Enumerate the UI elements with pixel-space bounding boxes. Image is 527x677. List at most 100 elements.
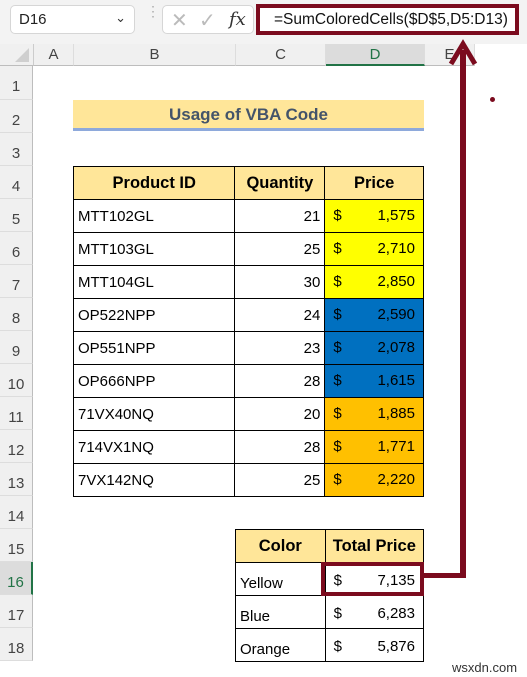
total-price-cell[interactable]: $ 5,876 xyxy=(324,628,425,662)
product-id-cell[interactable]: 71VX40NQ xyxy=(72,397,236,431)
price-value: 2,710 xyxy=(377,240,415,257)
row-header-1[interactable]: 1 xyxy=(0,66,33,100)
color-cell[interactable]: Orange xyxy=(235,628,326,662)
row-header-8[interactable]: 8 xyxy=(0,298,33,331)
price-cell[interactable]: $ 1,885 xyxy=(324,397,424,431)
currency-symbol: $ xyxy=(333,207,342,224)
quantity-cell[interactable]: 25 xyxy=(234,463,326,497)
quantity-cell[interactable]: 23 xyxy=(234,331,326,365)
column-header-b[interactable]: B xyxy=(74,44,236,66)
price-cell[interactable]: $ 2,710 xyxy=(324,232,424,266)
formula-buttons: ✕ ✓ fx xyxy=(162,5,254,34)
row-header-4[interactable]: 4 xyxy=(0,166,33,199)
row-header-15[interactable]: 15 xyxy=(0,529,33,562)
row-header-10[interactable]: 10 xyxy=(0,364,33,397)
arrow-vertical xyxy=(460,50,466,578)
row-header-18[interactable]: 18 xyxy=(0,628,33,661)
table-row: OP666NPP 28 $ 1,615 xyxy=(72,364,424,398)
price-value: 1,615 xyxy=(377,372,415,389)
quantity-cell[interactable]: 20 xyxy=(234,397,326,431)
select-all-button[interactable] xyxy=(0,44,34,66)
currency-symbol: $ xyxy=(333,438,342,455)
currency-symbol: $ xyxy=(333,372,342,389)
currency-symbol: $ xyxy=(333,471,342,488)
quantity-cell[interactable]: 24 xyxy=(234,298,326,332)
currency-symbol: $ xyxy=(333,339,342,356)
quantity-cell[interactable]: 28 xyxy=(234,364,326,398)
price-value: 2,078 xyxy=(377,339,415,356)
currency-symbol: $ xyxy=(333,273,342,290)
column-header-c[interactable]: C xyxy=(236,44,326,66)
table-row: 714VX1NQ 28 $ 1,771 xyxy=(72,430,424,464)
column-header-a[interactable]: A xyxy=(34,44,74,66)
name-box[interactable]: D16 ⌄ xyxy=(10,5,135,34)
row-header-3[interactable]: 3 xyxy=(0,133,33,166)
currency-symbol: $ xyxy=(333,306,342,323)
table-row: MTT104GL 30 $ 2,850 xyxy=(72,265,424,299)
color-cell[interactable]: Blue xyxy=(235,595,326,629)
arrow-head-icon xyxy=(448,39,478,66)
product-id-cell[interactable]: 7VX142NQ xyxy=(72,463,236,497)
formula-text: =SumColoredCells($D$5,D5:D13) xyxy=(274,11,508,28)
product-id-cell[interactable]: MTT103GL xyxy=(72,232,236,266)
product-id-cell[interactable]: OP551NPP xyxy=(72,331,236,365)
price-cell[interactable]: $ 1,615 xyxy=(324,364,424,398)
row-header-7[interactable]: 7 xyxy=(0,265,33,298)
color-cell[interactable]: Yellow xyxy=(235,562,326,596)
header-product-id: Product ID xyxy=(72,166,236,200)
watermark: wsxdn.com xyxy=(452,660,518,675)
total-value: 5,876 xyxy=(377,638,415,655)
name-box-value: D16 xyxy=(19,11,47,28)
row-header-16[interactable]: 16 xyxy=(0,562,33,595)
quantity-cell[interactable]: 25 xyxy=(234,232,326,266)
header-color: Color xyxy=(235,529,326,563)
enter-icon[interactable]: ✓ xyxy=(199,8,216,33)
row-header-6[interactable]: 6 xyxy=(0,232,33,265)
row-header-12[interactable]: 12 xyxy=(0,430,33,463)
row-header-13[interactable]: 13 xyxy=(0,463,33,496)
table-row: Blue $ 6,283 xyxy=(235,595,425,629)
table-row: OP551NPP 23 $ 2,078 xyxy=(72,331,424,365)
header-price: Price xyxy=(324,166,424,200)
table-row: 7VX142NQ 25 $ 2,220 xyxy=(72,463,424,497)
price-value: 2,850 xyxy=(377,273,415,290)
price-cell[interactable]: $ 2,850 xyxy=(324,265,424,299)
price-cell[interactable]: $ 1,771 xyxy=(324,430,424,464)
price-value: 1,771 xyxy=(377,438,415,455)
drag-handle-icon[interactable]: ⋮ xyxy=(146,4,160,28)
product-id-cell[interactable]: 714VX1NQ xyxy=(72,430,236,464)
insert-function-icon[interactable]: fx xyxy=(229,9,246,30)
price-value: 1,575 xyxy=(377,207,415,224)
quantity-cell[interactable]: 21 xyxy=(234,199,326,233)
header-total-price: Total Price xyxy=(324,529,425,563)
price-cell[interactable]: $ 2,590 xyxy=(324,298,424,332)
product-id-cell[interactable]: MTT104GL xyxy=(72,265,236,299)
row-header-9[interactable]: 9 xyxy=(0,331,33,364)
quantity-cell[interactable]: 30 xyxy=(234,265,326,299)
row-header-14[interactable]: 14 xyxy=(0,496,33,529)
cancel-icon[interactable]: ✕ xyxy=(171,8,188,33)
price-value: 2,590 xyxy=(377,306,415,323)
price-cell[interactable]: $ 1,575 xyxy=(324,199,424,233)
currency-symbol: $ xyxy=(333,240,342,257)
row-header-17[interactable]: 17 xyxy=(0,595,33,628)
quantity-cell[interactable]: 28 xyxy=(234,430,326,464)
chevron-down-icon[interactable]: ⌄ xyxy=(115,10,126,26)
row-header-5[interactable]: 5 xyxy=(0,199,33,232)
row-header-11[interactable]: 11 xyxy=(0,397,33,430)
row-header-2[interactable]: 2 xyxy=(0,100,33,133)
selected-cell-highlight xyxy=(321,562,424,596)
price-cell[interactable]: $ 2,078 xyxy=(324,331,424,365)
currency-symbol: $ xyxy=(333,638,342,655)
formula-input[interactable]: =SumColoredCells($D$5,D5:D13) xyxy=(256,4,519,35)
product-table: Product ID Quantity Price MTT102GL 21 $ … xyxy=(72,166,424,497)
product-id-cell[interactable]: OP666NPP xyxy=(72,364,236,398)
table-row: OP522NPP 24 $ 2,590 xyxy=(72,298,424,332)
price-value: 2,220 xyxy=(377,471,415,488)
table-row: MTT102GL 21 $ 1,575 xyxy=(72,199,424,233)
price-cell[interactable]: $ 2,220 xyxy=(324,463,424,497)
product-id-cell[interactable]: OP522NPP xyxy=(72,298,236,332)
product-id-cell[interactable]: MTT102GL xyxy=(72,199,236,233)
column-header-d[interactable]: D xyxy=(326,44,425,66)
total-price-cell[interactable]: $ 6,283 xyxy=(324,595,425,629)
